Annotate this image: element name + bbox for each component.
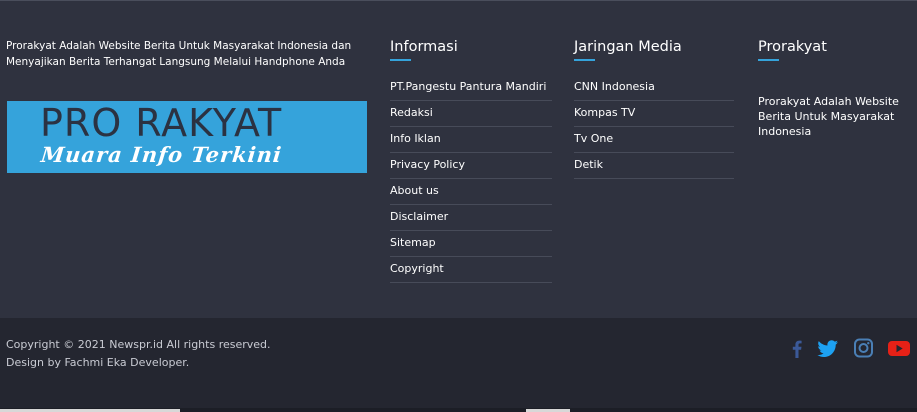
facebook-link[interactable] <box>786 338 808 358</box>
jaringan-media-links: CNN Indonesia Kompas TV Tv One Detik <box>574 75 734 179</box>
footer-link-about-us[interactable]: About us <box>390 179 552 205</box>
copyright-block: Copyright © 2021 Newspr.id All rights re… <box>6 336 271 372</box>
jaringan-media-column: Jaringan Media CNN Indonesia Kompas TV T… <box>574 37 734 179</box>
media-link-tv-one[interactable]: Tv One <box>574 127 734 153</box>
footer-link-privacy-policy[interactable]: Privacy Policy <box>390 153 552 179</box>
prorakyat-column: Prorakyat Prorakyat Adalah Website Berit… <box>758 37 908 139</box>
footer-link-sitemap[interactable]: Sitemap <box>390 231 552 257</box>
footer-link-copyright[interactable]: Copyright <box>390 257 552 283</box>
informasi-heading: Informasi <box>390 39 458 55</box>
jaringan-media-heading: Jaringan Media <box>574 39 682 55</box>
footer-link-pt-pangestu[interactable]: PT.Pangestu Pantura Mandiri <box>390 75 552 101</box>
prorakyat-logo[interactable]: PRO RAKYAT Muara Info Terkini <box>7 101 367 173</box>
informasi-column: Informasi PT.Pangestu Pantura Mandiri Re… <box>390 37 552 283</box>
about-text: Prorakyat Adalah Website Berita Untuk Ma… <box>6 40 352 68</box>
twitter-link[interactable] <box>817 338 839 358</box>
footer-link-disclaimer[interactable]: Disclaimer <box>390 205 552 231</box>
facebook-icon <box>792 340 802 358</box>
footer-link-info-iklan[interactable]: Info Iklan <box>390 127 552 153</box>
instagram-link[interactable] <box>852 338 874 358</box>
youtube-link[interactable] <box>887 338 911 358</box>
media-link-detik[interactable]: Detik <box>574 153 734 179</box>
prorakyat-heading: Prorakyat <box>758 39 827 55</box>
footer-bottom: Copyright © 2021 Newspr.id All rights re… <box>0 318 917 412</box>
media-link-cnn-indonesia[interactable]: CNN Indonesia <box>574 75 734 101</box>
footer-link-redaksi[interactable]: Redaksi <box>390 101 552 127</box>
twitter-icon <box>817 340 838 357</box>
logo-title: PRO RAKYAT <box>40 101 283 145</box>
logo-subtitle: Muara Info Terkini <box>39 142 284 167</box>
heading-underline <box>390 59 411 61</box>
prorakyat-text: Prorakyat Adalah Website Berita Untuk Ma… <box>758 95 899 138</box>
heading-underline <box>574 59 595 61</box>
informasi-links: PT.Pangestu Pantura Mandiri Redaksi Info… <box>390 75 552 283</box>
heading-underline <box>758 59 779 61</box>
instagram-icon <box>854 338 873 358</box>
footer-top: Prorakyat Adalah Website Berita Untuk Ma… <box>0 0 917 318</box>
youtube-icon <box>888 341 910 356</box>
about-column: Prorakyat Adalah Website Berita Untuk Ma… <box>6 38 368 70</box>
media-link-kompas-tv[interactable]: Kompas TV <box>574 101 734 127</box>
design-credit: Design by Fachmi Eka Developer. <box>6 356 190 369</box>
copyright-text: Copyright © 2021 Newspr.id All rights re… <box>6 338 271 351</box>
